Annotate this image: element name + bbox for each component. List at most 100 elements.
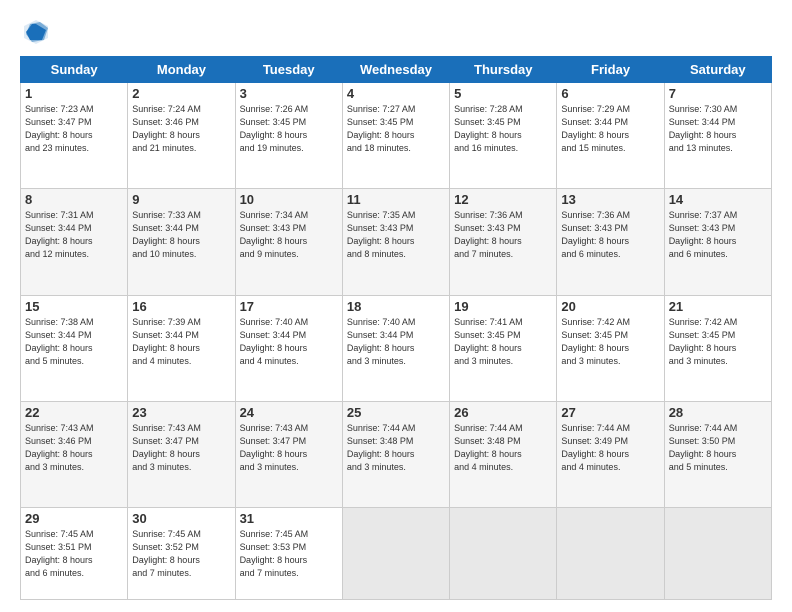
day-number: 8 (25, 192, 123, 207)
day-cell: 17 Sunrise: 7:40 AM Sunset: 3:44 PM Dayli… (235, 295, 342, 401)
day-number: 31 (240, 511, 338, 526)
day-number: 7 (669, 86, 767, 101)
day-number: 15 (25, 299, 123, 314)
day-info: Sunrise: 7:43 AM Sunset: 3:47 PM Dayligh… (240, 422, 338, 474)
day-info: Sunrise: 7:45 AM Sunset: 3:52 PM Dayligh… (132, 528, 230, 580)
day-info: Sunrise: 7:43 AM Sunset: 3:47 PM Dayligh… (132, 422, 230, 474)
day-info: Sunrise: 7:29 AM Sunset: 3:44 PM Dayligh… (561, 103, 659, 155)
day-info: Sunrise: 7:42 AM Sunset: 3:45 PM Dayligh… (669, 316, 767, 368)
day-number: 13 (561, 192, 659, 207)
day-cell (664, 508, 771, 600)
col-header-thursday: Thursday (450, 57, 557, 83)
day-cell: 15 Sunrise: 7:38 AM Sunset: 3:44 PM Dayli… (21, 295, 128, 401)
day-info: Sunrise: 7:37 AM Sunset: 3:43 PM Dayligh… (669, 209, 767, 261)
day-cell: 3 Sunrise: 7:26 AM Sunset: 3:45 PM Daylig… (235, 83, 342, 189)
day-cell: 5Sunrise: 7:28 AM Sunset: 3:45 PM Daylig… (450, 83, 557, 189)
day-info: Sunrise: 7:30 AM Sunset: 3:44 PM Dayligh… (669, 103, 767, 155)
day-info: Sunrise: 7:45 AM Sunset: 3:53 PM Dayligh… (240, 528, 338, 580)
day-cell: 29 Sunrise: 7:45 AM Sunset: 3:51 PM Dayli… (21, 508, 128, 600)
day-cell: 12 Sunrise: 7:36 AM Sunset: 3:43 PM Dayli… (450, 189, 557, 295)
day-number: 17 (240, 299, 338, 314)
day-number: 25 (347, 405, 445, 420)
page: SundayMondayTuesdayWednesdayThursdayFrid… (0, 0, 792, 612)
day-cell: 7 Sunrise: 7:30 AM Sunset: 3:44 PM Daylig… (664, 83, 771, 189)
day-info: Sunrise: 7:44 AM Sunset: 3:48 PM Dayligh… (454, 422, 552, 474)
day-number: 29 (25, 511, 123, 526)
day-cell: 18 Sunrise: 7:40 AM Sunset: 3:44 PM Dayli… (342, 295, 449, 401)
day-number: 4 (347, 86, 445, 101)
day-info: Sunrise: 7:44 AM Sunset: 3:50 PM Dayligh… (669, 422, 767, 474)
day-info: Sunrise: 7:27 AM Sunset: 3:45 PM Dayligh… (347, 103, 445, 155)
day-number: 28 (669, 405, 767, 420)
day-cell: 16 Sunrise: 7:39 AM Sunset: 3:44 PM Dayli… (128, 295, 235, 401)
day-cell: 11 Sunrise: 7:35 AM Sunset: 3:43 PM Dayli… (342, 189, 449, 295)
calendar-header: SundayMondayTuesdayWednesdayThursdayFrid… (21, 57, 772, 83)
day-number: 11 (347, 192, 445, 207)
day-cell: 20Sunrise: 7:42 AM Sunset: 3:45 PM Dayli… (557, 295, 664, 401)
col-header-monday: Monday (128, 57, 235, 83)
day-cell: 24 Sunrise: 7:43 AM Sunset: 3:47 PM Dayli… (235, 401, 342, 507)
week-row-1: 1 Sunrise: 7:23 AM Sunset: 3:47 PM Daylig… (21, 83, 772, 189)
day-number: 1 (25, 86, 123, 101)
day-info: Sunrise: 7:40 AM Sunset: 3:44 PM Dayligh… (347, 316, 445, 368)
week-row-3: 15 Sunrise: 7:38 AM Sunset: 3:44 PM Dayli… (21, 295, 772, 401)
day-cell: 14 Sunrise: 7:37 AM Sunset: 3:43 PM Dayli… (664, 189, 771, 295)
day-cell: 27Sunrise: 7:44 AM Sunset: 3:49 PM Dayli… (557, 401, 664, 507)
day-cell: 23Sunrise: 7:43 AM Sunset: 3:47 PM Dayli… (128, 401, 235, 507)
day-info: Sunrise: 7:45 AM Sunset: 3:51 PM Dayligh… (25, 528, 123, 580)
day-number: 14 (669, 192, 767, 207)
day-info: Sunrise: 7:40 AM Sunset: 3:44 PM Dayligh… (240, 316, 338, 368)
day-cell: 21 Sunrise: 7:42 AM Sunset: 3:45 PM Dayli… (664, 295, 771, 401)
day-number: 21 (669, 299, 767, 314)
day-number: 30 (132, 511, 230, 526)
day-info: Sunrise: 7:39 AM Sunset: 3:44 PM Dayligh… (132, 316, 230, 368)
day-info: Sunrise: 7:36 AM Sunset: 3:43 PM Dayligh… (454, 209, 552, 261)
day-cell: 6 Sunrise: 7:29 AM Sunset: 3:44 PM Daylig… (557, 83, 664, 189)
logo (20, 16, 56, 48)
day-cell: 1 Sunrise: 7:23 AM Sunset: 3:47 PM Daylig… (21, 83, 128, 189)
col-header-tuesday: Tuesday (235, 57, 342, 83)
day-cell: 4 Sunrise: 7:27 AM Sunset: 3:45 PM Daylig… (342, 83, 449, 189)
day-info: Sunrise: 7:41 AM Sunset: 3:45 PM Dayligh… (454, 316, 552, 368)
day-cell: 10Sunrise: 7:34 AM Sunset: 3:43 PM Dayli… (235, 189, 342, 295)
day-number: 26 (454, 405, 552, 420)
day-info: Sunrise: 7:26 AM Sunset: 3:45 PM Dayligh… (240, 103, 338, 155)
day-number: 22 (25, 405, 123, 420)
day-cell: 2 Sunrise: 7:24 AM Sunset: 3:46 PM Daylig… (128, 83, 235, 189)
day-cell (557, 508, 664, 600)
day-number: 10 (240, 192, 338, 207)
col-header-wednesday: Wednesday (342, 57, 449, 83)
header (20, 16, 772, 48)
day-info: Sunrise: 7:23 AM Sunset: 3:47 PM Dayligh… (25, 103, 123, 155)
day-number: 9 (132, 192, 230, 207)
day-info: Sunrise: 7:38 AM Sunset: 3:44 PM Dayligh… (25, 316, 123, 368)
day-cell: 25Sunrise: 7:44 AM Sunset: 3:48 PM Dayli… (342, 401, 449, 507)
day-number: 12 (454, 192, 552, 207)
week-row-4: 22 Sunrise: 7:43 AM Sunset: 3:46 PM Dayli… (21, 401, 772, 507)
col-header-sunday: Sunday (21, 57, 128, 83)
day-number: 2 (132, 86, 230, 101)
day-info: Sunrise: 7:43 AM Sunset: 3:46 PM Dayligh… (25, 422, 123, 474)
day-number: 6 (561, 86, 659, 101)
day-info: Sunrise: 7:44 AM Sunset: 3:49 PM Dayligh… (561, 422, 659, 474)
day-cell: 28 Sunrise: 7:44 AM Sunset: 3:50 PM Dayli… (664, 401, 771, 507)
day-info: Sunrise: 7:24 AM Sunset: 3:46 PM Dayligh… (132, 103, 230, 155)
day-info: Sunrise: 7:35 AM Sunset: 3:43 PM Dayligh… (347, 209, 445, 261)
logo-icon (20, 16, 52, 48)
day-cell: 30 Sunrise: 7:45 AM Sunset: 3:52 PM Dayli… (128, 508, 235, 600)
day-number: 18 (347, 299, 445, 314)
calendar-body: 1 Sunrise: 7:23 AM Sunset: 3:47 PM Daylig… (21, 83, 772, 600)
day-cell (342, 508, 449, 600)
day-number: 19 (454, 299, 552, 314)
day-number: 24 (240, 405, 338, 420)
header-row: SundayMondayTuesdayWednesdayThursdayFrid… (21, 57, 772, 83)
day-number: 16 (132, 299, 230, 314)
week-row-2: 8 Sunrise: 7:31 AM Sunset: 3:44 PM Daylig… (21, 189, 772, 295)
day-cell: 19 Sunrise: 7:41 AM Sunset: 3:45 PM Dayli… (450, 295, 557, 401)
day-cell: 31 Sunrise: 7:45 AM Sunset: 3:53 PM Dayli… (235, 508, 342, 600)
day-info: Sunrise: 7:33 AM Sunset: 3:44 PM Dayligh… (132, 209, 230, 261)
day-info: Sunrise: 7:31 AM Sunset: 3:44 PM Dayligh… (25, 209, 123, 261)
day-number: 3 (240, 86, 338, 101)
col-header-friday: Friday (557, 57, 664, 83)
day-cell: 26 Sunrise: 7:44 AM Sunset: 3:48 PM Dayli… (450, 401, 557, 507)
